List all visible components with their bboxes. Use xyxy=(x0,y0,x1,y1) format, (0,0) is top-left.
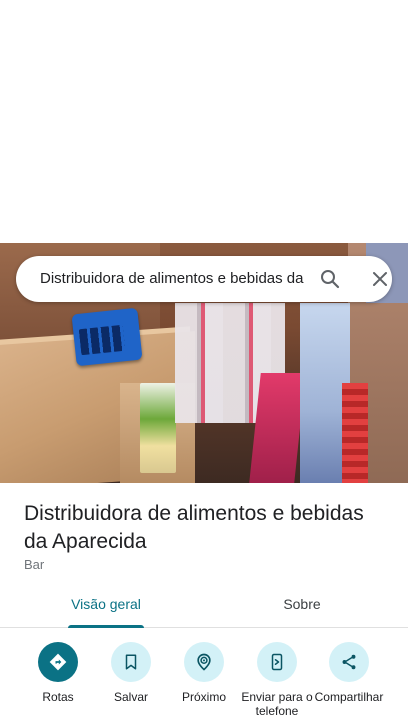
send-to-phone-icon xyxy=(271,653,283,671)
directions-circle[interactable] xyxy=(38,642,78,682)
place-info-panel: Distribuidora de alimentos e bebidas da … xyxy=(0,483,408,726)
send-to-phone-label: Enviar para o telefone xyxy=(241,690,313,718)
close-icon[interactable] xyxy=(368,267,392,291)
photo-crate xyxy=(342,383,368,483)
photo-product-label xyxy=(140,383,176,473)
search-icon[interactable] xyxy=(318,267,342,291)
directions-icon xyxy=(49,653,67,671)
tab-about[interactable]: Sobre xyxy=(252,588,352,628)
photo-card-keys xyxy=(78,324,126,356)
save-label: Salvar xyxy=(113,690,148,704)
directions-label: Rotas xyxy=(42,690,74,704)
nearby-button[interactable]: Próximo xyxy=(168,642,240,704)
nearby-circle[interactable] xyxy=(184,642,224,682)
tab-active-indicator xyxy=(68,625,144,628)
nearby-label: Próximo xyxy=(181,690,226,704)
tab-overview-label: Visão geral xyxy=(71,596,141,612)
share-icon xyxy=(342,654,356,670)
map-blank-area xyxy=(0,0,408,243)
share-circle[interactable] xyxy=(329,642,369,682)
action-row: Rotas Salvar Próximo Enviar para o telef… xyxy=(0,642,408,726)
directions-button[interactable]: Rotas xyxy=(22,642,94,704)
nearby-icon xyxy=(197,653,211,671)
place-title: Distribuidora de alimentos e bebidas da … xyxy=(24,502,364,553)
search-input[interactable]: Distribuidora de alimentos e bebidas da … xyxy=(40,256,304,302)
bookmark-icon xyxy=(125,654,137,670)
send-to-phone-button[interactable]: Enviar para o telefone xyxy=(241,642,313,718)
save-button[interactable]: Salvar xyxy=(95,642,167,704)
tab-bar: Visão geral Sobre xyxy=(0,588,408,628)
share-button[interactable]: Compartilhar xyxy=(313,642,385,704)
search-bar[interactable]: Distribuidora de alimentos e bebidas da … xyxy=(16,256,392,302)
save-circle[interactable] xyxy=(111,642,151,682)
send-to-phone-circle[interactable] xyxy=(257,642,297,682)
place-category[interactable]: Bar xyxy=(24,557,44,572)
share-label: Compartilhar xyxy=(314,690,384,704)
tab-overview[interactable]: Visão geral xyxy=(44,588,168,628)
tab-about-label: Sobre xyxy=(283,596,321,612)
